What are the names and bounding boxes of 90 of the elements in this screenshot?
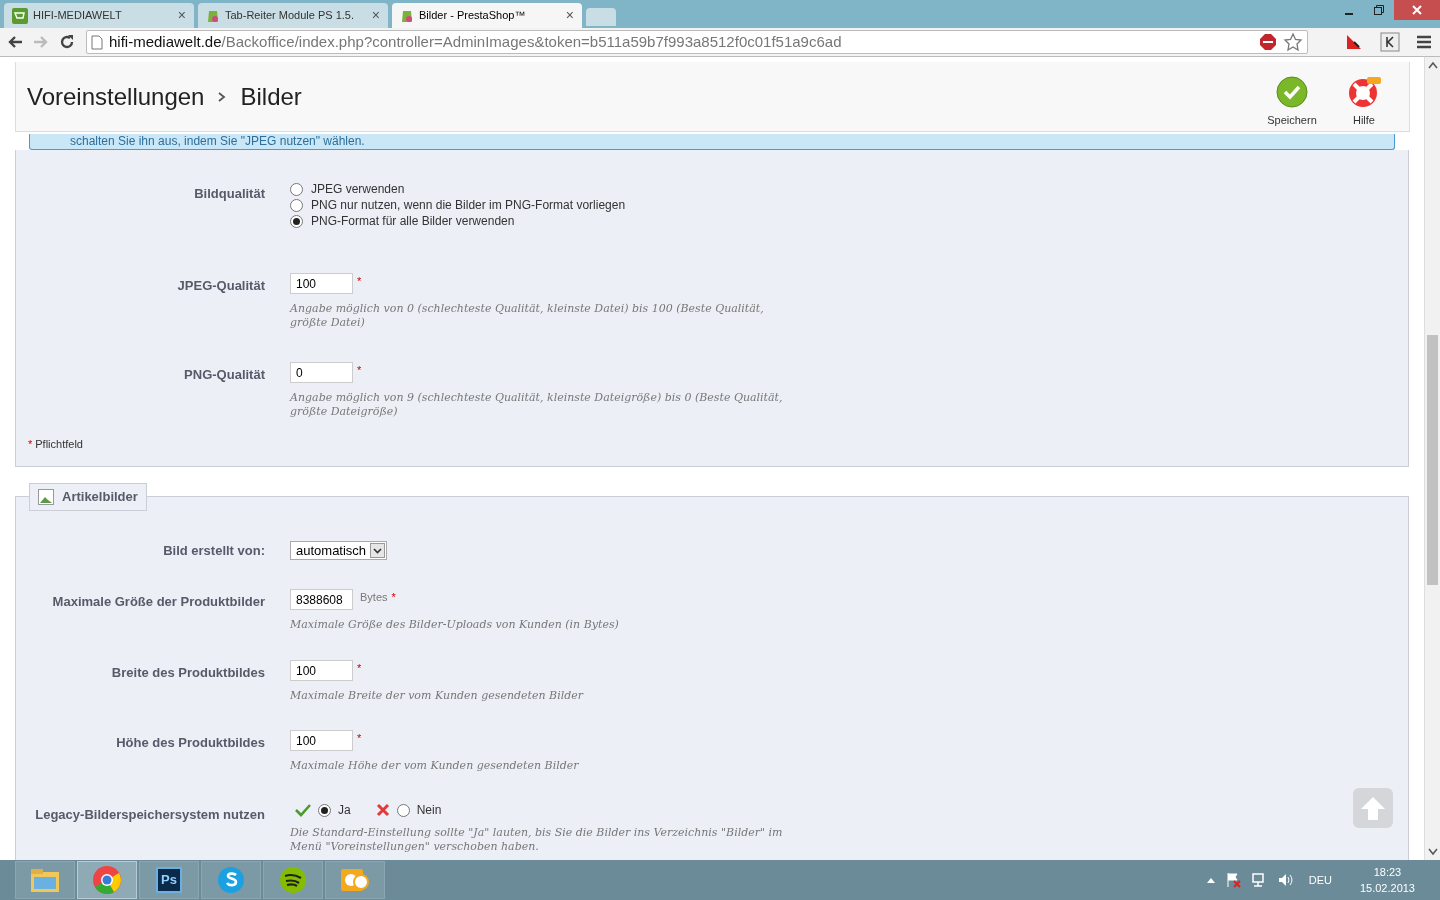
star-icon[interactable] [1283,32,1303,52]
url-text: hifi-mediawelt.de/Backoffice/index.php?controller=AdminImages&token=b511a59b7f993a8512f0c01f51a9c6ad [109,31,843,52]
address-bar[interactable]: hifi-mediawelt.de/Backoffice/index.php?controller=AdminImages&token=b511a59b7f993a8512f0c01f51a9c6ad [86,30,1308,54]
unit-label: Bytes [360,590,388,605]
radio-button[interactable] [290,182,303,196]
text-input[interactable]: 0 [290,362,353,383]
option-label: JPEG verwenden [311,181,405,198]
extension-icon[interactable] [1380,32,1400,52]
stop-sign-icon[interactable] [1259,33,1277,51]
extension-icon[interactable] [1344,32,1364,52]
taskbar-button[interactable] [77,861,137,899]
field-label: Bild erstellt von: [162,542,266,560]
radio-button[interactable] [318,803,331,817]
taskbar-button[interactable] [201,861,261,899]
cross-icon [375,803,390,817]
tray-arrow-icon[interactable] [1206,877,1215,883]
lifebuoy-icon [1347,76,1381,109]
text-input[interactable]: 100 [290,660,353,681]
folder-icon [30,867,60,893]
radio-button[interactable] [396,803,410,817]
tab-title: Bilder - PrestaShop™ [419,8,527,24]
legend-title: Artikelbilder [62,488,138,507]
taskbar-button[interactable] [263,861,323,899]
option-label: Ja [338,802,351,819]
radio-button[interactable] [290,198,303,212]
page-icon [91,34,103,50]
help-text: Die Standard-Einstellung sollte "Ja" lauten, bis Sie die Bilder ins Verzeichnis "Bilder" im Menü "Voreinstellungen" verschoben haben. [290,826,784,854]
language-indicator[interactable]: DEU [1308,871,1332,889]
breadcrumb-item[interactable]: Voreinstellungen [27,78,205,115]
check-icon [295,803,311,817]
flag-icon[interactable] [1224,872,1241,888]
up-arrow-icon [1359,794,1387,822]
scroll-up-icon[interactable] [1428,61,1438,69]
option-label: PNG-Format für alle Bilder verwenden [311,213,515,230]
field-label: Legacy-Bilderspeichersystem nutzen [34,806,266,824]
help-text: Angabe möglich von 0 (schlechteste Qualität, kleinste Datei) bis 100 (Beste Qualität, größte Datei) [290,302,765,330]
scroll-down-icon[interactable] [1428,848,1438,856]
music-icon [278,865,308,895]
required-mark: * [357,661,362,676]
close-icon[interactable] [1394,0,1440,20]
close-button[interactable]: × [371,5,380,26]
breadcrumb-item: Bilder [240,81,302,112]
option-label: Nein [416,802,442,819]
browser-icon [92,865,122,895]
app-icon: Ps [156,867,182,893]
option-label: PNG nur nutzen, wenn die Bilder im PNG-Format vorliegen [311,197,626,214]
scrollbar[interactable] [1424,57,1440,860]
toolbar-button[interactable]: Hilfe [1339,76,1389,129]
help-text: Maximale Größe des Bilder-Uploads von Kunden (in Bytes) [290,618,620,632]
field-label: PNG-Qualität [183,366,266,384]
toolbar-button[interactable]: Speichern [1267,76,1317,129]
field-label: Maximale Größe der Produktbilder [51,593,266,611]
browser-tab[interactable]: HIFI-MEDIAWELT × [4,3,194,28]
radio-button[interactable] [290,214,303,228]
close-button[interactable]: × [565,5,574,26]
network-icon[interactable] [1250,872,1267,888]
taskbar-button[interactable]: Ps [139,861,199,899]
required-note: * Pflichtfeld [28,437,83,452]
text-input[interactable]: 8388608 [290,589,353,610]
text-input[interactable]: 100 [290,273,353,294]
cart-icon [12,7,28,24]
required-mark: * [357,731,362,746]
scrollbar-thumb[interactable] [1427,335,1438,585]
help-text: Maximale Breite der vom Kunden gesendeten Bilder [290,689,585,703]
field-label: Breite des Produktbildes [110,664,266,682]
field-label: Bildqualität [193,185,266,203]
tab-title: Tab-Reiter Module PS 1.5. [225,8,355,24]
check-icon [1276,76,1308,109]
caret-icon [370,543,386,559]
required-mark: * [357,363,362,378]
clock[interactable]: 18:23 15.02.2013 [1359,864,1415,896]
chevron-icon [218,91,227,102]
tab-title: HIFI-MEDIAWELT [33,8,123,24]
image-icon [38,489,54,505]
menu-icon[interactable] [1416,35,1432,49]
required-mark: * [391,590,396,605]
browser-tab[interactable]: Bilder - PrestaShop™ × [392,3,582,28]
required-mark: * [357,274,362,289]
help-text: Maximale Höhe der vom Kunden gesendeten Bilder [290,759,580,773]
help-text: Angabe möglich von 9 (schlechteste Qualität, kleinste Dateigröße) bis 0 (Beste Qualität, größte Dateigröße) [290,391,784,419]
dropdown[interactable]: automatisch [290,541,388,561]
field-label: JPEG-Qualität [176,277,266,295]
taskbar-button[interactable] [325,861,385,899]
volume-icon[interactable] [1276,872,1293,888]
browser-tab[interactable]: Tab-Reiter Module PS 1.5. × [198,3,388,28]
field-label: Höhe des Produktbildes [115,734,266,752]
close-button[interactable]: × [177,5,186,26]
text-input[interactable]: 100 [290,730,353,751]
info-text: schalten Sie ihn aus, indem Sie "JPEG nutzen" wählen. [70,134,365,148]
chat-icon [216,865,246,895]
